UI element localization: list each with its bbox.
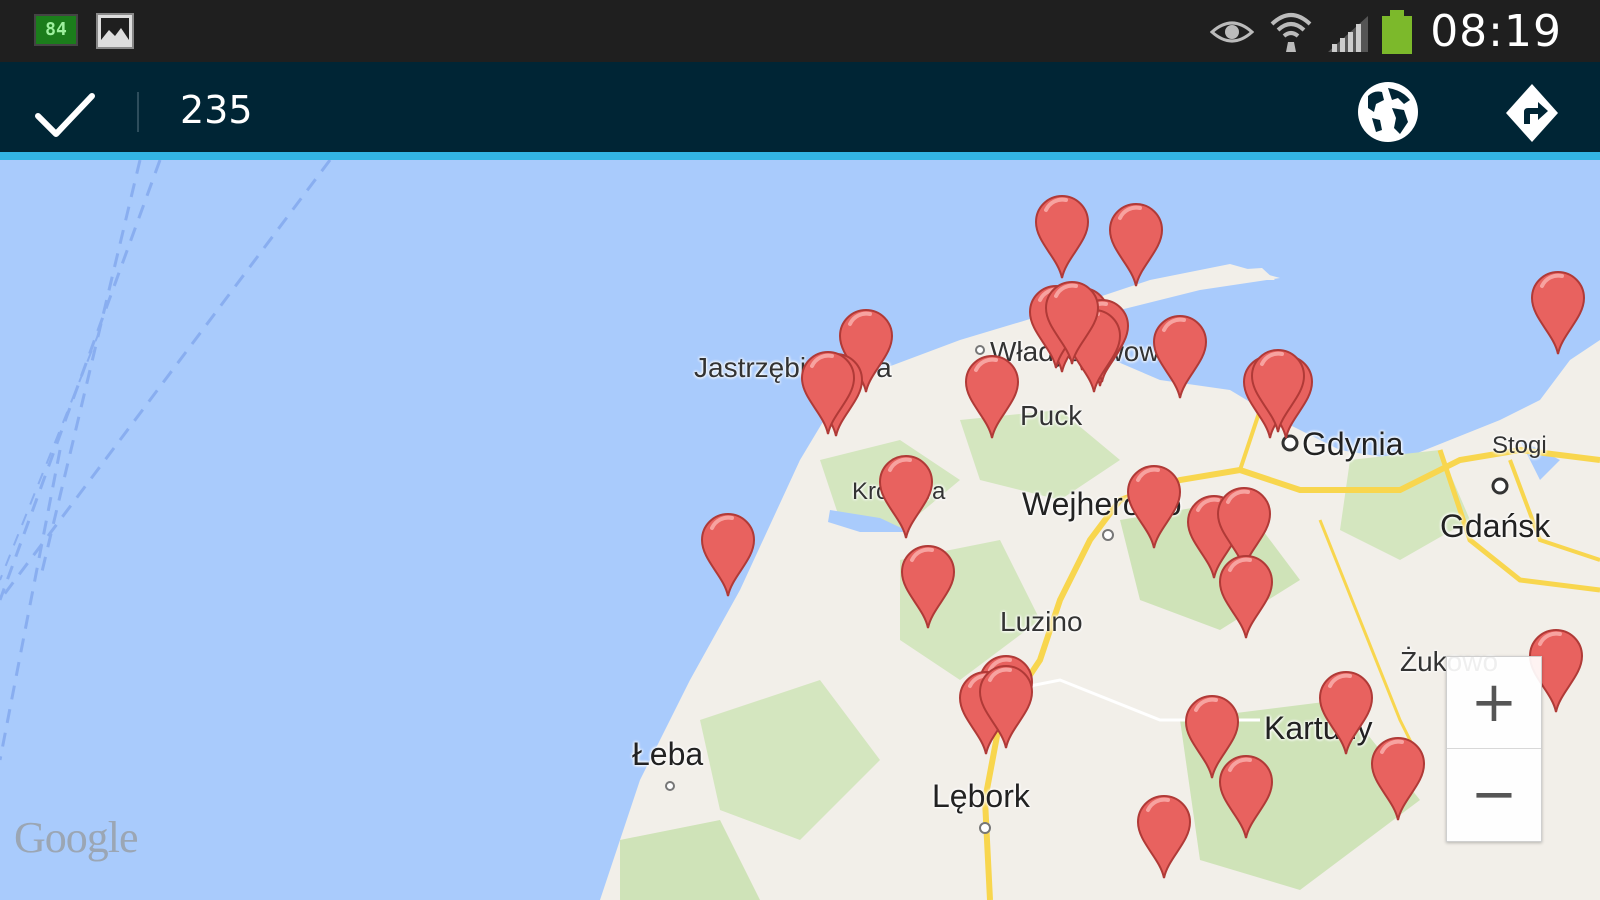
eye-icon	[1210, 21, 1254, 43]
map-marker[interactable]	[1150, 312, 1210, 400]
map-marker[interactable]	[876, 452, 936, 540]
page-title: 235	[180, 88, 253, 132]
map-marker[interactable]	[1248, 346, 1308, 434]
battery-icon	[1382, 10, 1412, 54]
action-bar-underline	[0, 152, 1600, 160]
map-label-puck: Puck	[1020, 400, 1083, 431]
gallery-icon	[96, 13, 134, 49]
action-bar-divider	[137, 92, 139, 132]
map-marker[interactable]	[1042, 278, 1102, 366]
directions-icon[interactable]	[1502, 80, 1562, 146]
map-marker[interactable]	[1134, 792, 1194, 880]
globe-icon[interactable]	[1354, 78, 1422, 146]
map-marker[interactable]	[1368, 734, 1428, 822]
map-label-gdansk: Gdańsk	[1440, 508, 1551, 544]
map-canvas	[0, 160, 1600, 900]
map-marker[interactable]	[698, 510, 758, 598]
map-label-lebork: Lębork	[932, 778, 1030, 814]
zoom-out-button[interactable]: −	[1447, 749, 1541, 841]
zoom-in-label: +	[1470, 670, 1518, 735]
map-label-luzino: Luzino	[1000, 606, 1083, 637]
map-label-leba: Łeba	[632, 736, 704, 772]
status-bar: 84 08:19	[0, 0, 1600, 62]
map-marker[interactable]	[798, 348, 858, 436]
zoom-out-label: −	[1470, 762, 1518, 827]
google-attribution: Google	[14, 813, 139, 862]
map-label-stogi: Stogi	[1492, 432, 1547, 459]
map-marker[interactable]	[962, 352, 1022, 440]
zoom-in-button[interactable]: +	[1447, 657, 1541, 749]
map-marker[interactable]	[1216, 752, 1276, 840]
wifi-icon	[1270, 13, 1312, 52]
signal-icon	[1328, 16, 1368, 52]
battery-saver-icon: 84	[34, 14, 78, 46]
map-marker[interactable]	[1124, 462, 1184, 550]
map-marker[interactable]	[1316, 668, 1376, 756]
map-marker[interactable]	[976, 662, 1036, 750]
zoom-control: + −	[1446, 656, 1542, 842]
map-marker[interactable]	[1106, 200, 1166, 288]
clock: 08:19	[1430, 6, 1562, 57]
map-marker[interactable]	[1528, 268, 1588, 356]
map-marker[interactable]	[1032, 192, 1092, 280]
map-label-gdynia: Gdynia	[1302, 426, 1404, 462]
map-marker[interactable]	[1216, 552, 1276, 640]
map-marker[interactable]	[898, 542, 958, 630]
checkmark-icon[interactable]	[26, 80, 106, 150]
map[interactable]: Jastrzębia Góra Władysławowo Puck Gdynia…	[0, 160, 1600, 900]
